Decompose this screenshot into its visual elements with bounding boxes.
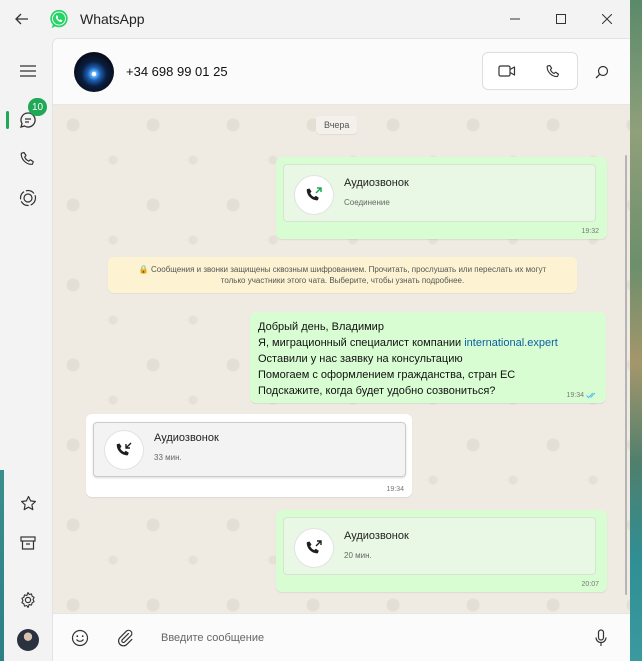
message-line: Оставили у нас заявку на консультацию [258, 353, 463, 365]
voice-message-button[interactable] [591, 628, 611, 648]
chat-panel: +34 698 99 01 25 Вчера Аудиозвонок Соеди… [52, 38, 630, 661]
message-line: Подскажите, когда будет удобно созвонить… [258, 385, 496, 397]
call-icon-container [294, 528, 334, 568]
video-camera-icon [497, 65, 515, 77]
minimize-button[interactable] [492, 0, 538, 38]
message-line: Добрый день, Владимир [258, 321, 384, 333]
phone-icon [20, 151, 34, 165]
encryption-notice-line2: только участники этого чата. Выберите, ч… [220, 276, 465, 285]
profile-avatar [17, 629, 39, 651]
archive-icon [20, 536, 36, 550]
maximize-button[interactable] [538, 0, 584, 38]
call-duration: 20 мин. [344, 551, 372, 560]
outgoing-call-icon [306, 187, 322, 201]
message-line: Помогаем с оформлением гражданства, стра… [258, 369, 516, 381]
call-status: Соединение [344, 198, 390, 207]
call-card[interactable]: Аудиозвонок Соединение [283, 164, 596, 222]
message-time: 19:34 [566, 392, 598, 399]
paperclip-icon [118, 629, 133, 647]
date-separator: Вчера [316, 116, 358, 134]
smiley-icon [71, 629, 89, 647]
video-call-button[interactable] [483, 53, 530, 89]
search-icon [595, 65, 609, 79]
message-time: 19:34 [386, 486, 404, 493]
incoming-call-icon [116, 442, 132, 456]
voice-call-button[interactable] [530, 53, 577, 89]
message-bubble-outgoing-text[interactable]: Добрый день, Владимир Я, миграционный сп… [250, 312, 606, 403]
sidebar-item-settings[interactable] [4, 580, 52, 620]
arrow-left-icon [15, 13, 28, 25]
call-icon-container [104, 430, 144, 470]
message-composer [53, 613, 630, 661]
double-check-read-icon [586, 392, 596, 399]
status-icon [19, 189, 37, 207]
maximize-icon [556, 14, 566, 24]
title-bar: WhatsApp [0, 0, 630, 38]
call-card[interactable]: Аудиозвонок 20 мин. [283, 517, 596, 575]
message-line: Я, миграционный специалист компании inte… [258, 337, 558, 349]
call-buttons-group [482, 52, 578, 90]
sidebar-item-profile[interactable] [4, 620, 52, 660]
message-text: Добрый день, Владимир Я, миграционный сп… [258, 319, 558, 399]
message-bubble-outgoing-call[interactable]: Аудиозвонок 20 мин. 20:07 [276, 510, 607, 592]
sidebar-item-chats[interactable]: 10 [4, 98, 52, 140]
gear-icon [21, 591, 35, 609]
message-input[interactable] [161, 627, 581, 649]
call-title: Аудиозвонок [154, 432, 219, 444]
contact-name[interactable]: +34 698 99 01 25 [126, 64, 228, 79]
encryption-notice-line1: 🔒 Сообщения и звонки защищены сквозным ш… [138, 265, 547, 274]
back-button[interactable] [0, 0, 44, 38]
search-button[interactable] [589, 59, 615, 85]
sidebar-item-archived[interactable] [4, 523, 52, 563]
menu-button[interactable] [4, 51, 52, 91]
message-time: 19:32 [581, 228, 599, 235]
desktop-background [630, 0, 642, 661]
encryption-notice[interactable]: 🔒 Сообщения и звонки защищены сквозным ш… [108, 257, 577, 293]
close-window-button[interactable] [584, 0, 630, 38]
sidebar-item-status[interactable] [4, 178, 52, 218]
attach-button[interactable] [115, 628, 135, 648]
sidebar-item-starred[interactable] [4, 483, 52, 523]
call-icon-container [294, 175, 334, 215]
call-title: Аудиозвонок [344, 177, 409, 189]
message-bubble-incoming-call[interactable]: Аудиозвонок 33 мин. 19:34 [86, 414, 412, 497]
microphone-icon [595, 629, 607, 646]
message-list[interactable]: Вчера Аудиозвонок Соединение 19:32 🔒 Соо… [53, 105, 630, 613]
app-title: WhatsApp [80, 11, 145, 27]
message-bubble-outgoing-call[interactable]: Аудиозвонок Соединение 19:32 [276, 157, 607, 239]
contact-avatar[interactable] [74, 52, 114, 92]
hamburger-menu-icon [20, 65, 36, 77]
star-icon [20, 495, 36, 510]
emoji-button[interactable] [70, 628, 90, 648]
message-link[interactable]: international.expert [464, 337, 558, 349]
sidebar-item-calls[interactable] [4, 139, 52, 179]
chat-header: +34 698 99 01 25 [53, 39, 630, 105]
message-time: 20:07 [581, 581, 599, 588]
left-navigation-rail: 10 [4, 38, 52, 661]
unread-badge: 10 [28, 98, 48, 116]
call-duration: 33 мин. [154, 453, 182, 462]
close-icon [602, 14, 612, 24]
minimize-icon [510, 18, 520, 20]
whatsapp-logo-icon [50, 9, 68, 29]
call-card[interactable]: Аудиозвонок 33 мин. [93, 422, 406, 477]
call-title: Аудиозвонок [344, 530, 409, 542]
phone-icon [546, 64, 560, 77]
outgoing-call-icon [306, 540, 322, 554]
scrollbar[interactable] [625, 155, 627, 595]
